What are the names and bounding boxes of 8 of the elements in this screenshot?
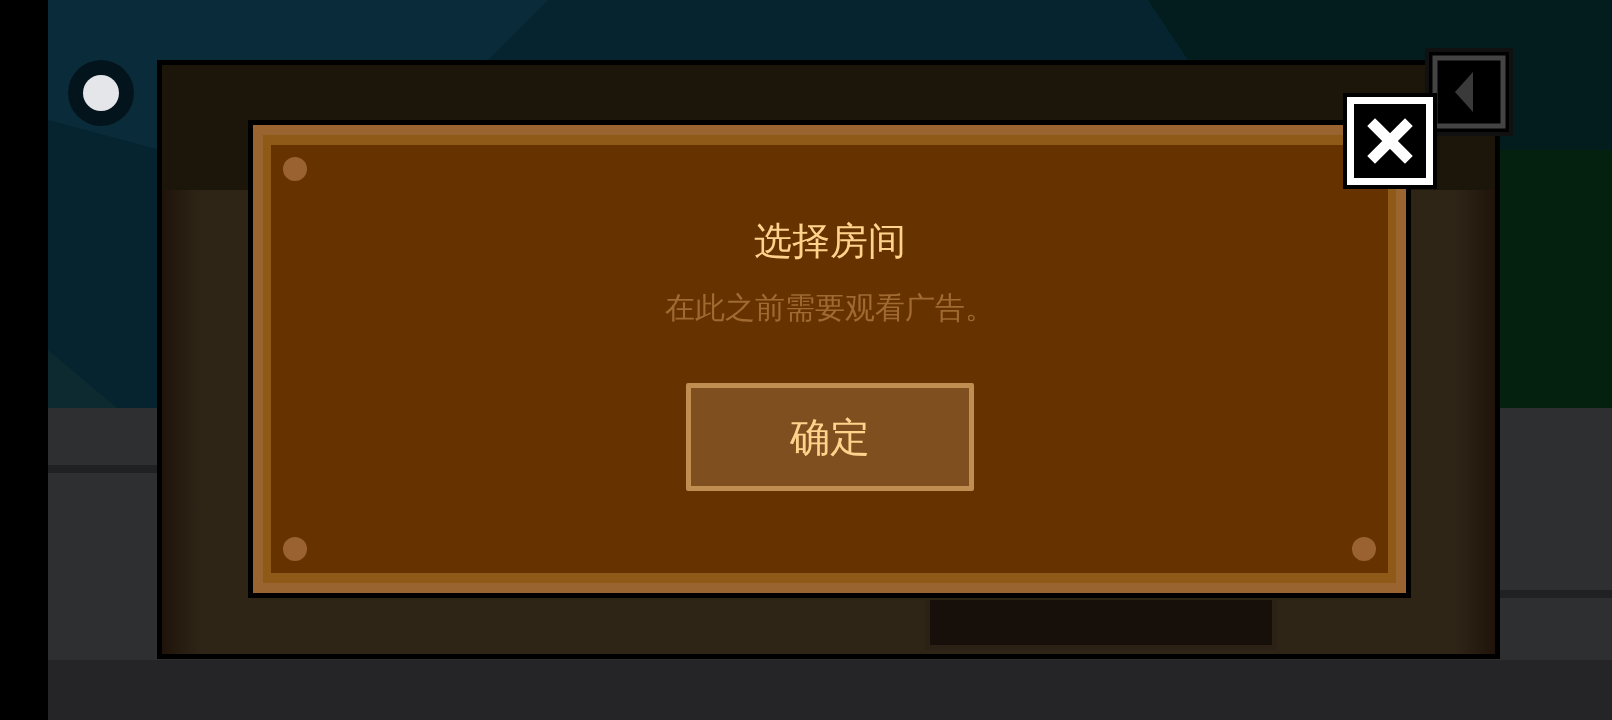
close-icon — [1365, 116, 1415, 166]
dialog-message: 在此之前需要观看广告。 — [664, 289, 995, 328]
dialog-title: 选择房间 — [753, 218, 906, 265]
back-button[interactable] — [1425, 48, 1513, 136]
confirm-button[interactable]: 确定 — [685, 383, 974, 492]
rivet-icon — [283, 537, 307, 561]
rivet-icon — [1352, 537, 1376, 561]
rivet-icon — [283, 157, 307, 181]
